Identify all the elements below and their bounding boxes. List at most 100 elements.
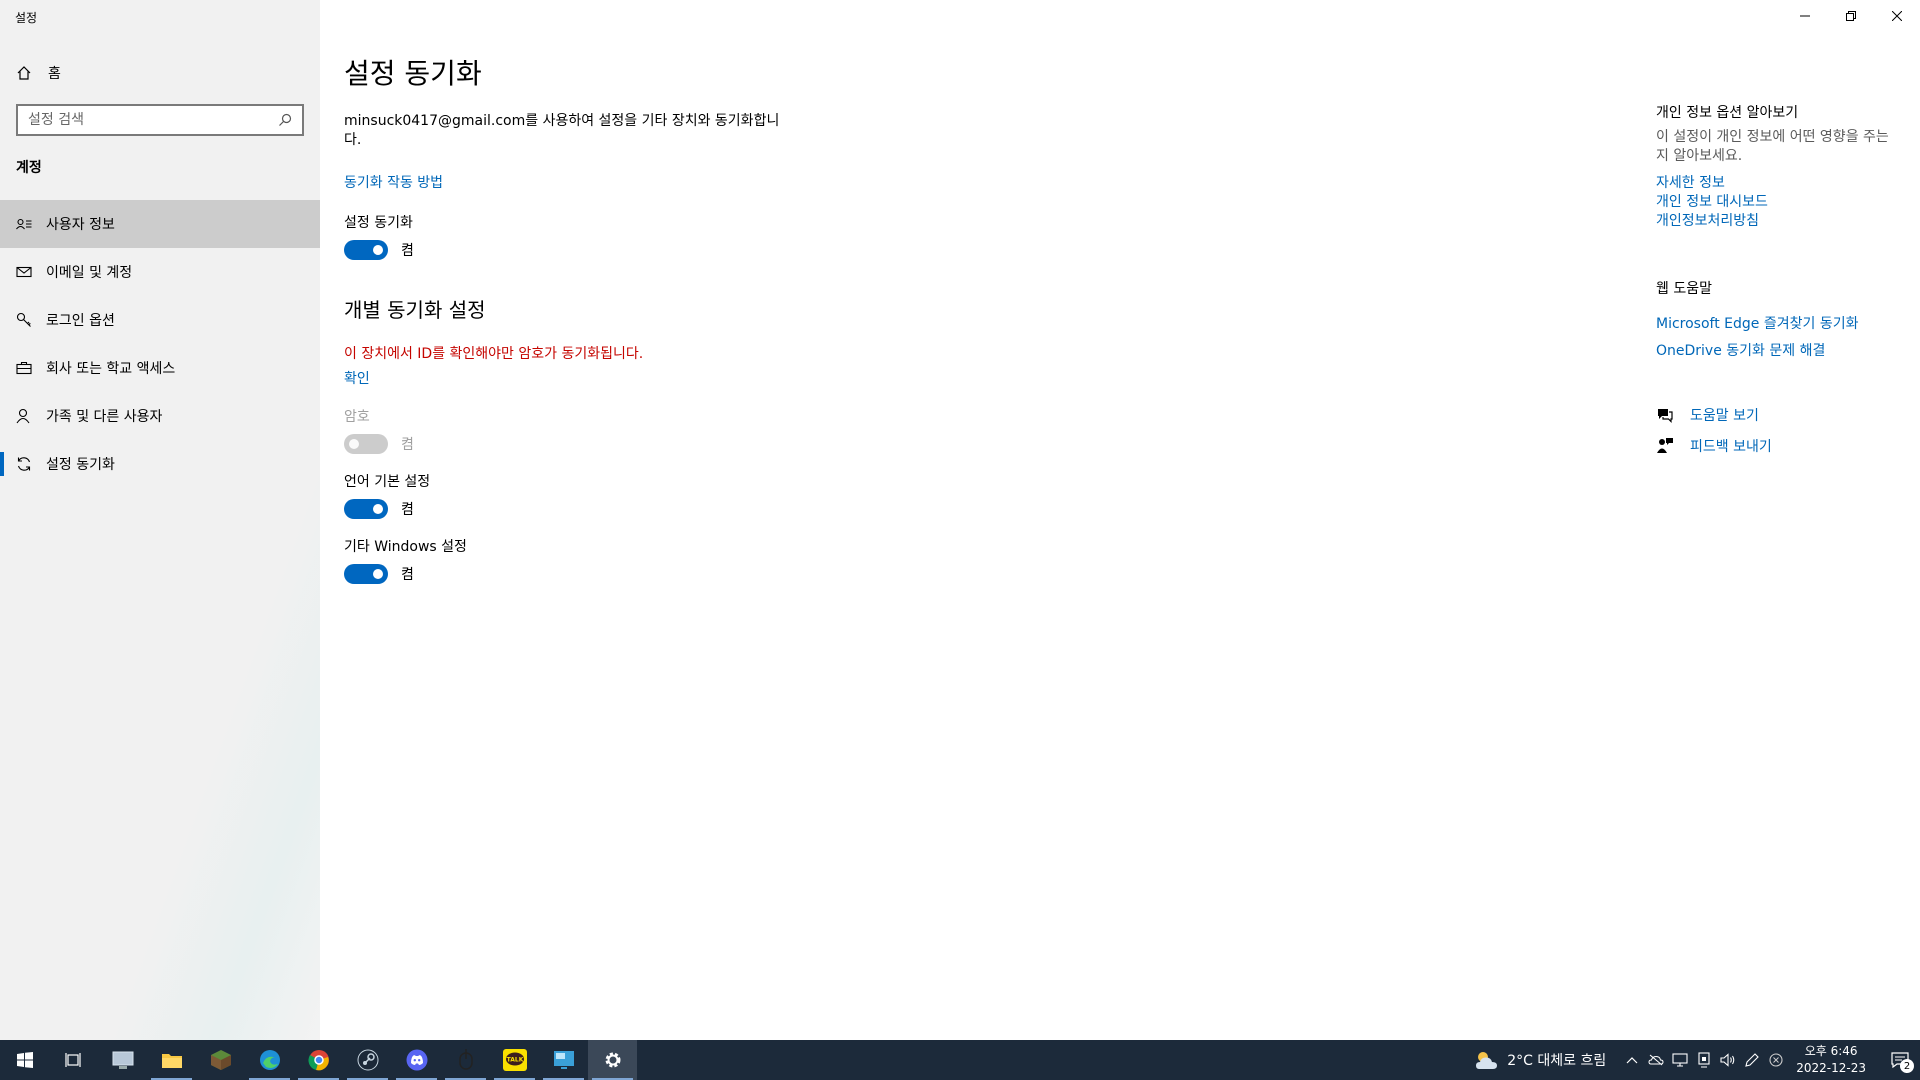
minimize-button[interactable] xyxy=(1782,0,1828,32)
privacy-heading: 개인 정보 옵션 알아보기 xyxy=(1656,105,1799,121)
password-toggle xyxy=(344,434,388,454)
app-status-icon xyxy=(1769,1053,1783,1067)
privacy-statement-link[interactable]: 개인정보처리방침 xyxy=(1656,210,1759,230)
tray-onedrive[interactable] xyxy=(1644,1040,1668,1080)
clock-date: 2022-12-23 xyxy=(1796,1061,1866,1075)
other-windows-state: 켬 xyxy=(401,567,414,583)
sidebar: 설정 홈 계정 사용자 정보 이메일 및 계정 xyxy=(0,0,320,1040)
person-icon xyxy=(16,408,32,424)
get-help-row[interactable]: 도움말 보기 xyxy=(1656,405,1759,425)
home-nav[interactable]: 홈 xyxy=(16,62,61,84)
sidebar-item-your-info[interactable]: 사용자 정보 xyxy=(0,200,320,248)
svg-text:TALK: TALK xyxy=(506,1057,523,1064)
steam-icon xyxy=(357,1049,378,1071)
sync-description: minsuck0417@gmail.com를 사용하여 설정을 기타 장치와 동… xyxy=(344,113,780,148)
password-sync-warning: 이 장치에서 ID를 확인해야만 암호가 동기화됩니다. xyxy=(344,346,644,362)
search-icon[interactable] xyxy=(278,113,292,127)
tray-app-circle[interactable] xyxy=(1764,1040,1788,1080)
settings-window: 설정 홈 계정 사용자 정보 이메일 및 계정 xyxy=(0,0,1920,1040)
sidebar-item-label: 사용자 정보 xyxy=(46,217,115,233)
speaker-icon xyxy=(1720,1053,1735,1067)
password-toggle-row: 켬 xyxy=(344,434,414,454)
taskbar: TALK 2°C 대체로 흐림 오후 6:46 2022-12-23 2 xyxy=(0,1040,1920,1080)
sidebar-item-sync-settings[interactable]: 설정 동기화 xyxy=(0,440,320,488)
search-input[interactable] xyxy=(28,112,278,128)
onedrive-sync-troubleshoot-link[interactable]: OneDrive 동기화 문제 해결 xyxy=(1656,340,1825,360)
weather-widget[interactable]: 2°C 대체로 흐림 xyxy=(1473,1049,1606,1071)
taskbar-app-control-panel[interactable] xyxy=(98,1040,147,1080)
taskbar-app-minecraft[interactable] xyxy=(196,1040,245,1080)
privacy-dashboard-link[interactable]: 개인 정보 대시보드 xyxy=(1656,191,1768,211)
give-feedback-link[interactable]: 피드백 보내기 xyxy=(1690,436,1772,456)
taskbar-app-mouse-utility[interactable] xyxy=(441,1040,490,1080)
close-icon xyxy=(1892,11,1902,21)
sync-settings-toggle[interactable] xyxy=(344,240,388,260)
mail-icon xyxy=(16,264,32,280)
network-icon xyxy=(1672,1053,1688,1067)
app-title: 설정 xyxy=(15,11,38,25)
give-feedback-row[interactable]: 피드백 보내기 xyxy=(1656,436,1772,456)
sidebar-item-email-accounts[interactable]: 이메일 및 계정 xyxy=(0,248,320,296)
start-button[interactable] xyxy=(0,1040,49,1080)
taskbar-app-file-explorer[interactable] xyxy=(147,1040,196,1080)
other-windows-toggle[interactable] xyxy=(344,564,388,584)
cloudy-weather-icon xyxy=(1476,1052,1498,1069)
chevron-up-icon xyxy=(1626,1057,1638,1064)
tray-volume[interactable] xyxy=(1716,1040,1740,1080)
weather-text: 2°C 대체로 흐림 xyxy=(1507,1053,1607,1069)
sidebar-nav: 사용자 정보 이메일 및 계정 로그인 옵션 회사 또는 학교 액세스 가족 및… xyxy=(0,200,320,488)
close-button[interactable] xyxy=(1874,0,1920,32)
taskbar-app-edge[interactable] xyxy=(245,1040,294,1080)
notification-count-badge: 2 xyxy=(1900,1059,1914,1073)
tray-device[interactable] xyxy=(1692,1040,1716,1080)
sidebar-item-work-school[interactable]: 회사 또는 학교 액세스 xyxy=(0,344,320,392)
taskbar-app-steam[interactable] xyxy=(343,1040,392,1080)
tray-network[interactable] xyxy=(1668,1040,1692,1080)
windows-logo-icon xyxy=(16,1052,33,1068)
other-windows-settings-label: 기타 Windows 설정 xyxy=(344,539,467,555)
taskbar-app-settings[interactable] xyxy=(588,1040,637,1080)
home-icon xyxy=(17,66,31,80)
show-hidden-icons-button[interactable] xyxy=(1620,1040,1644,1080)
other-windows-toggle-row: 켬 xyxy=(344,564,414,584)
kakaotalk-icon: TALK xyxy=(502,1049,527,1071)
how-sync-works-link[interactable]: 동기화 작동 방법 xyxy=(344,172,443,192)
person-card-icon xyxy=(16,216,32,232)
cloud-offline-icon xyxy=(1648,1054,1664,1066)
learn-more-link[interactable]: 자세한 정보 xyxy=(1656,172,1725,192)
language-toggle[interactable] xyxy=(344,499,388,519)
taskbar-app-kakaotalk[interactable]: TALK xyxy=(490,1040,539,1080)
briefcase-icon xyxy=(16,360,32,376)
action-center-button[interactable]: 2 xyxy=(1880,1040,1920,1080)
taskbar-app-discord[interactable] xyxy=(392,1040,441,1080)
taskbar-app-chrome[interactable] xyxy=(294,1040,343,1080)
sidebar-item-signin-options[interactable]: 로그인 옵션 xyxy=(0,296,320,344)
minecraft-icon xyxy=(210,1050,231,1070)
settings-icon xyxy=(605,1052,620,1068)
edge-favorites-sync-link[interactable]: Microsoft Edge 즐겨찾기 동기화 xyxy=(1656,313,1858,333)
main-content: 설정 동기화 minsuck0417@gmail.com를 사용하여 설정을 기… xyxy=(344,0,1594,1040)
tray-pen[interactable] xyxy=(1740,1040,1764,1080)
discord-icon xyxy=(406,1049,427,1071)
restore-button[interactable] xyxy=(1828,0,1874,32)
minimize-icon xyxy=(1800,15,1810,17)
language-preferences-label: 언어 기본 설정 xyxy=(344,474,431,490)
language-toggle-row: 켬 xyxy=(344,499,414,519)
sidebar-item-family-users[interactable]: 가족 및 다른 사용자 xyxy=(0,392,320,440)
verify-link[interactable]: 확인 xyxy=(344,368,370,388)
taskbar-app-remote-desktop[interactable] xyxy=(539,1040,588,1080)
privacy-text: 이 설정이 개인 정보에 어떤 영향을 주는지 알아보세요. xyxy=(1656,129,1889,164)
feedback-icon xyxy=(1657,438,1673,453)
chrome-icon xyxy=(307,1050,329,1071)
sync-settings-state: 켬 xyxy=(401,243,414,259)
edge-icon xyxy=(259,1050,280,1070)
get-help-link[interactable]: 도움말 보기 xyxy=(1690,405,1759,425)
sidebar-item-label: 설정 동기화 xyxy=(46,457,115,473)
chat-help-icon xyxy=(1658,409,1673,423)
settings-search[interactable] xyxy=(16,104,304,136)
sidebar-item-label: 회사 또는 학교 액세스 xyxy=(46,361,176,377)
file-explorer-icon xyxy=(161,1054,182,1068)
clock[interactable]: 오후 6:46 2022-12-23 xyxy=(1796,1043,1866,1077)
task-view-button[interactable] xyxy=(49,1040,98,1080)
sync-settings-label: 설정 동기화 xyxy=(344,215,413,231)
